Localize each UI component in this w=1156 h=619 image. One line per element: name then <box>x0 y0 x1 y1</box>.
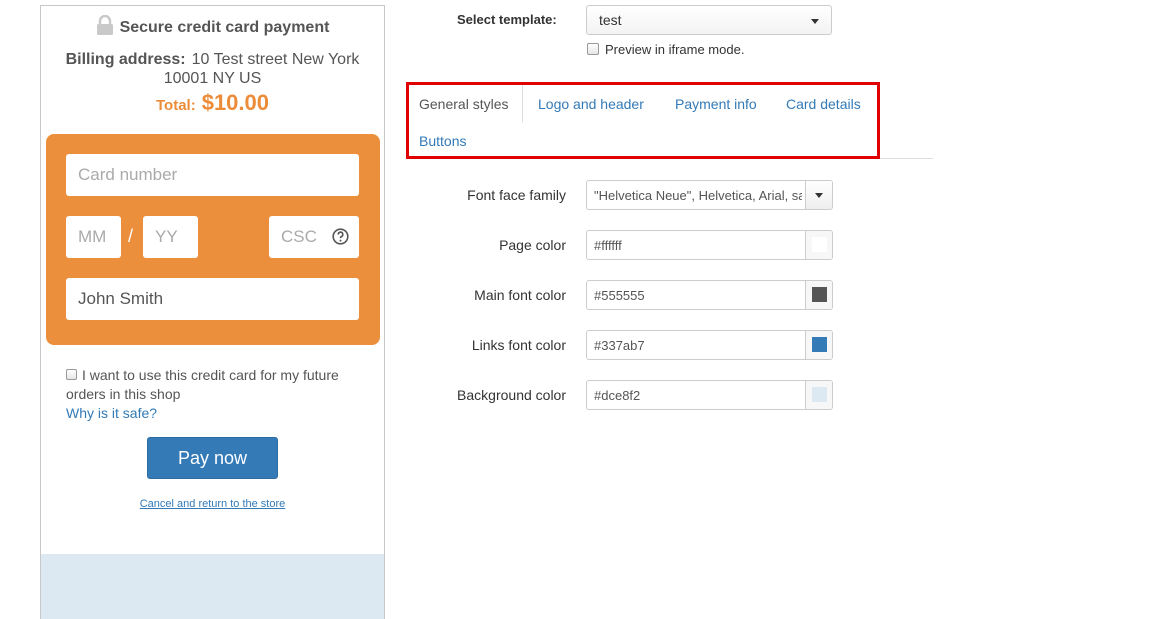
expiry-month-placeholder: MM <box>78 227 107 246</box>
expiry-year-placeholder: YY <box>155 227 178 246</box>
page-color-input[interactable]: #ffffff <box>586 230 833 260</box>
background-color-label: Background color <box>457 387 566 403</box>
main-font-color-input[interactable]: #555555 <box>586 280 833 310</box>
billing-value: 10 Test street New York 10001 NY US <box>163 51 360 87</box>
font-face-label: Font face family <box>467 187 566 203</box>
total-label: Total: <box>155 97 196 114</box>
page-color-value: #ffffff <box>594 238 622 253</box>
expiry-month-input[interactable]: MM <box>66 216 121 258</box>
save-card-checkbox[interactable] <box>66 369 77 380</box>
cardholder-name-value: John Smith <box>78 289 164 308</box>
main-font-color-swatch <box>812 287 827 302</box>
background-color-value: #dce8f2 <box>594 388 641 403</box>
csc-input[interactable]: CSC <box>269 216 359 258</box>
links-font-color-input[interactable]: #337ab7 <box>586 330 833 360</box>
template-select-value: test <box>599 12 622 28</box>
save-card-label: I want to use this credit card for my fu… <box>66 367 339 402</box>
preview-iframe-checkbox[interactable] <box>587 43 599 55</box>
card-details-box: Card number MM / YY CSC John Smith <box>46 134 380 345</box>
billing-address: Billing address: 10 Test street New York … <box>51 50 374 88</box>
payment-preview: Secure credit card payment Billing addre… <box>40 5 385 619</box>
total-amount: $10.00 <box>201 90 269 115</box>
preview-background-area <box>41 554 384 619</box>
preview-title: Secure credit card payment <box>41 14 384 37</box>
lock-icon <box>96 14 113 35</box>
expiry-separator: / <box>128 226 134 246</box>
links-font-color-swatch <box>812 337 827 352</box>
main-font-color-label: Main font color <box>474 287 566 303</box>
preview-iframe-option[interactable]: Preview in iframe mode. <box>587 42 744 57</box>
page-color-swatch <box>812 237 827 252</box>
page-color-picker[interactable] <box>805 231 832 259</box>
expiry-year-input[interactable]: YY <box>143 216 198 258</box>
background-color-input[interactable]: #dce8f2 <box>586 380 833 410</box>
links-font-color-label: Links font color <box>471 337 566 353</box>
template-select[interactable]: test <box>586 5 832 35</box>
card-number-input[interactable]: Card number <box>66 154 359 196</box>
order-total: Total: $10.00 <box>41 90 384 116</box>
question-circle-icon[interactable] <box>332 228 349 245</box>
background-color-swatch <box>812 387 827 402</box>
card-number-placeholder: Card number <box>78 165 178 184</box>
links-font-color-picker[interactable] <box>805 331 832 359</box>
cancel-return-link[interactable]: Cancel and return to the store <box>41 498 384 510</box>
pay-now-button[interactable]: Pay now <box>147 437 278 479</box>
main-font-color-value: #555555 <box>594 288 645 303</box>
csc-placeholder: CSC <box>281 227 317 246</box>
font-face-dropdown-button[interactable] <box>805 181 832 209</box>
font-face-value: "Helvetica Neue", Helvetica, Arial, sans… <box>594 188 802 203</box>
caret-down-icon <box>815 193 823 198</box>
why-safe-link[interactable]: Why is it safe? <box>66 405 157 421</box>
preview-iframe-label: Preview in iframe mode. <box>605 42 745 57</box>
links-font-color-value: #337ab7 <box>594 338 645 353</box>
main-font-color-picker[interactable] <box>805 281 832 309</box>
save-card-option[interactable]: I want to use this credit card for my fu… <box>66 366 366 404</box>
page-color-label: Page color <box>499 237 566 253</box>
font-face-select[interactable]: "Helvetica Neue", Helvetica, Arial, sans… <box>586 180 833 210</box>
billing-label: Billing address: <box>65 51 186 68</box>
tabs-highlight-box <box>406 82 880 159</box>
cardholder-name-input[interactable]: John Smith <box>66 278 359 320</box>
caret-down-icon <box>811 19 819 24</box>
background-color-picker[interactable] <box>805 381 832 409</box>
preview-title-text: Secure credit card payment <box>119 19 330 36</box>
select-template-label: Select template: <box>457 12 557 27</box>
